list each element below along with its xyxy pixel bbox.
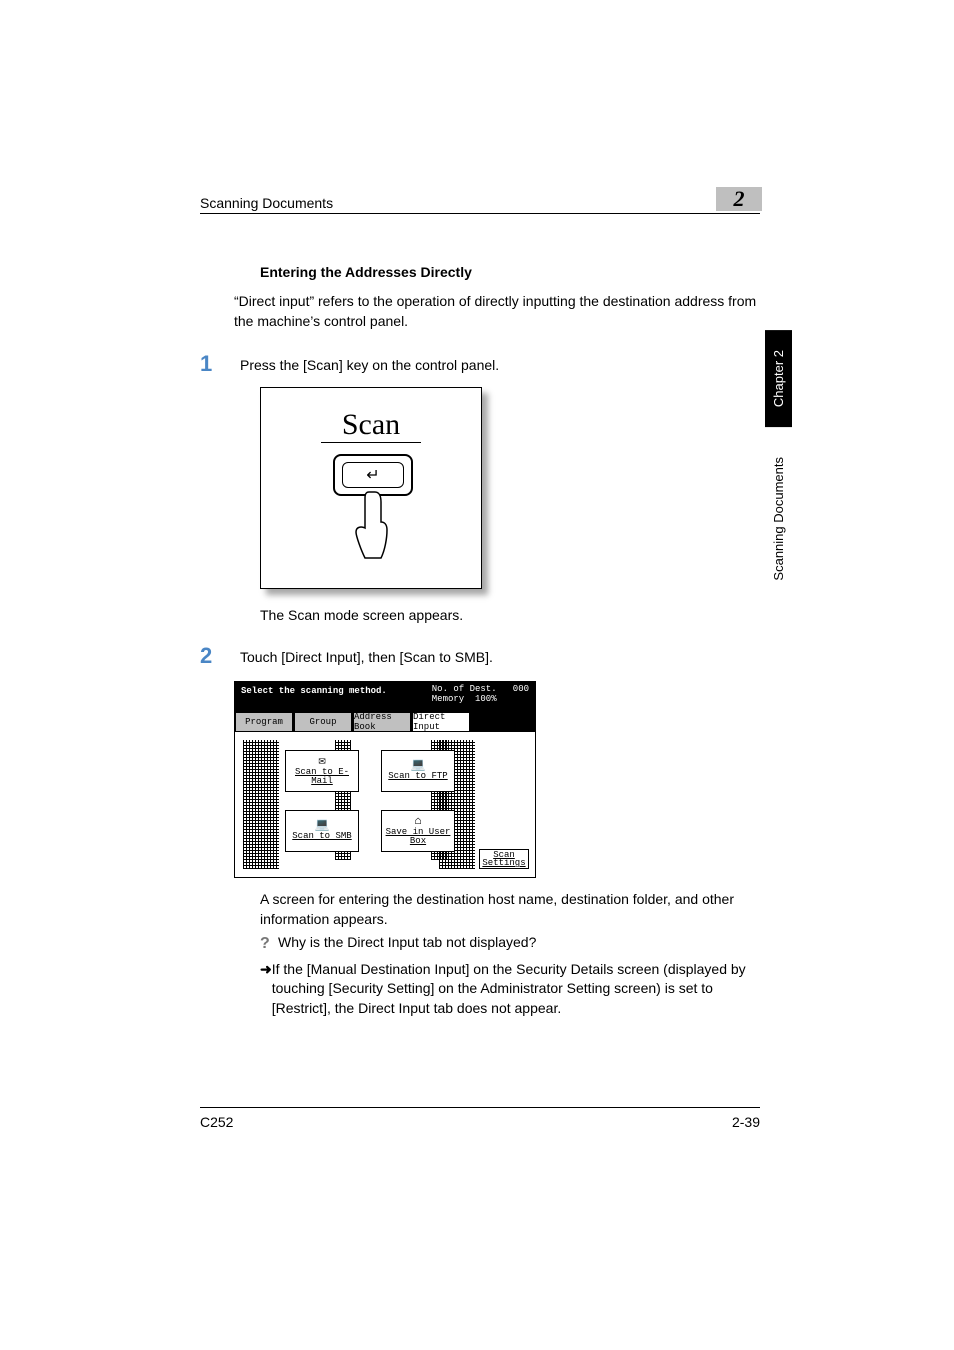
step-2-result: A screen for entering the destination ho… — [260, 890, 760, 929]
question-mark-icon: ? — [260, 933, 278, 955]
screen-instruction: Select the scanning method. — [241, 686, 387, 696]
step-1-text: Press the [Scan] key on the control pane… — [240, 351, 760, 373]
option-scan-to-ftp[interactable]: 💻 Scan to FTP — [381, 750, 455, 792]
step-1-result: The Scan mode screen appears. — [260, 607, 760, 623]
return-arrow-icon: ↵ — [366, 465, 379, 485]
step-1-number: 1 — [200, 351, 240, 377]
scan-key-label: Scan — [321, 408, 421, 443]
tab-program[interactable]: Program — [235, 712, 293, 732]
footer-page-number: 2-39 — [732, 1114, 760, 1130]
tab-group-label: Group — [309, 717, 336, 727]
option-save-user-box[interactable]: ⌂ Save in User Box — [381, 810, 455, 852]
option-userbox-label: Save in User Box — [382, 828, 454, 846]
hand-pointer-icon — [351, 488, 391, 568]
server-icon: 💻 — [411, 761, 426, 770]
scan-key-figure: Scan ↵ — [260, 387, 482, 589]
arrow-right-icon: ➜ — [260, 960, 272, 980]
section-subhead: Entering the Addresses Directly — [260, 264, 760, 280]
tab-address-book-label: Address Book — [354, 712, 410, 732]
tab-group[interactable]: Group — [294, 712, 352, 732]
side-tab-section: Scanning Documents — [771, 437, 786, 601]
scan-settings-button[interactable]: Scan Settings — [479, 849, 529, 869]
step-2-text: Touch [Direct Input], then [Scan to SMB]… — [240, 643, 760, 665]
memory-value: 100% — [475, 694, 497, 704]
dest-count-value: 000 — [513, 684, 529, 694]
dest-count-label: No. of Dest. — [432, 684, 497, 694]
option-email-label: Scan to E-Mail — [286, 768, 358, 786]
option-scan-to-email[interactable]: ✉ Scan to E-Mail — [285, 750, 359, 792]
chapter-number-badge: 2 — [716, 187, 762, 211]
option-ftp-label: Scan to FTP — [388, 772, 447, 781]
envelope-icon: ✉ — [318, 757, 325, 766]
tab-direct-input-label: Direct Input — [413, 712, 469, 732]
tab-address-book[interactable]: Address Book — [353, 712, 411, 732]
option-smb-label: Scan to SMB — [292, 832, 351, 841]
scan-mode-screen-figure: Select the scanning method. No. of Dest.… — [234, 681, 536, 878]
intro-paragraph: “Direct input” refers to the operation o… — [234, 292, 760, 331]
option-scan-to-smb[interactable]: 💻 Scan to SMB — [285, 810, 359, 852]
tab-direct-input[interactable]: Direct Input — [412, 712, 470, 732]
pc-icon: 💻 — [315, 821, 330, 830]
step-2-number: 2 — [200, 643, 240, 669]
scan-key-inner: ↵ — [342, 462, 404, 488]
faq-question: Why is the Direct Input tab not displaye… — [278, 933, 536, 953]
chapter-number: 2 — [734, 186, 745, 212]
memory-label: Memory — [432, 694, 464, 704]
tab-program-label: Program — [245, 717, 283, 727]
side-tab-chapter: Chapter 2 — [765, 330, 792, 427]
house-icon: ⌂ — [414, 817, 421, 826]
running-title: Scanning Documents — [200, 195, 333, 211]
scan-settings-label: Scan Settings — [480, 851, 528, 867]
footer-model: C252 — [200, 1114, 233, 1130]
decorative-hatch — [243, 740, 279, 869]
faq-answer: If the [Manual Destination Input] on the… — [272, 960, 760, 1019]
